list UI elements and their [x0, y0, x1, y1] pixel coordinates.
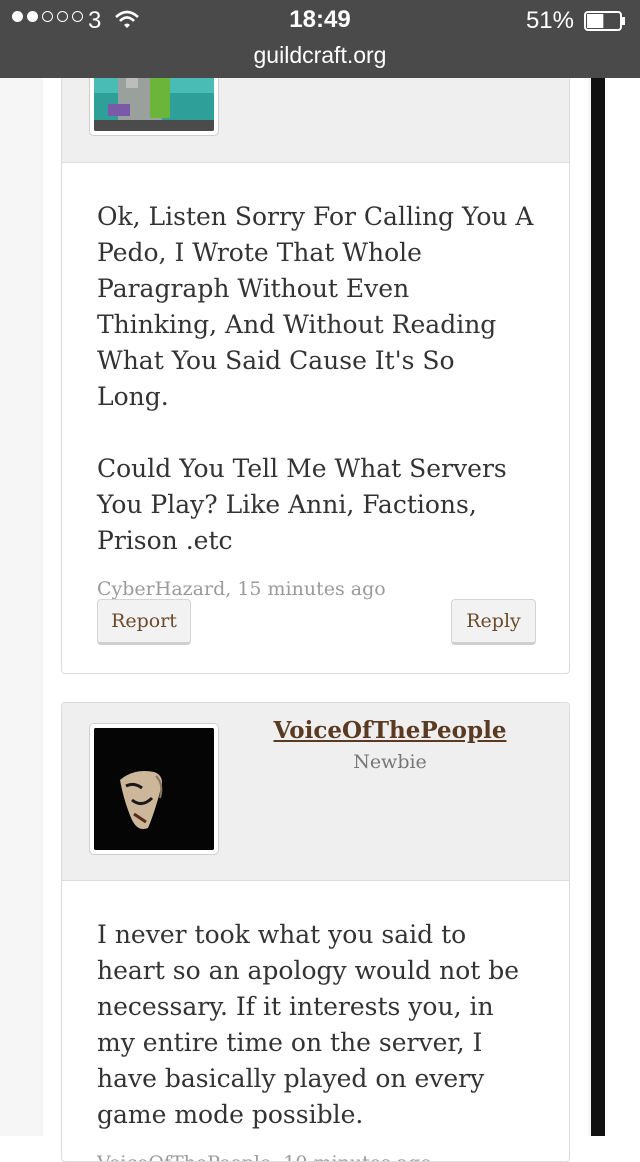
- guy-fawkes-mask-icon: [94, 728, 214, 850]
- battery-percentage: 51%: [525, 7, 574, 34]
- page-margin-right: [605, 78, 640, 1136]
- status-bar: 3 18:49 51% guildcraft.org: [0, 0, 640, 78]
- report-button[interactable]: Report: [97, 599, 191, 645]
- post-voiceofthepeople: VoiceOfThePeople Newbie I never took wha…: [61, 702, 570, 1162]
- page-gutter-left: [0, 78, 43, 1136]
- avatar-image: [94, 728, 214, 850]
- battery-icon: [584, 11, 626, 31]
- post-meta[interactable]: VoiceOfThePeople, 10 minutes ago: [97, 1145, 534, 1161]
- page: Ok, Listen Sorry For Calling You A Pedo,…: [0, 0, 640, 1162]
- post-body: Ok, Listen Sorry For Calling You A Pedo,…: [62, 163, 569, 607]
- post-body: I never took what you said to heart so a…: [62, 881, 569, 1161]
- scroll-edge: [591, 78, 605, 1136]
- post-header: VoiceOfThePeople Newbie: [62, 703, 569, 881]
- user-title: Newbie: [353, 751, 427, 773]
- avatar-voiceofthepeople[interactable]: [89, 723, 219, 855]
- reply-button[interactable]: Reply: [451, 599, 536, 645]
- post-paragraph: Could You Tell Me What Servers You Play?…: [97, 454, 507, 555]
- post-username[interactable]: VoiceOfThePeople: [220, 717, 560, 744]
- post-cyberhazard: Ok, Listen Sorry For Calling You A Pedo,…: [61, 40, 570, 674]
- post-paragraph: Ok, Listen Sorry For Calling You A Pedo,…: [97, 202, 534, 411]
- url-bar[interactable]: guildcraft.org: [0, 42, 640, 69]
- post-paragraph: I never took what you said to heart so a…: [97, 920, 520, 1129]
